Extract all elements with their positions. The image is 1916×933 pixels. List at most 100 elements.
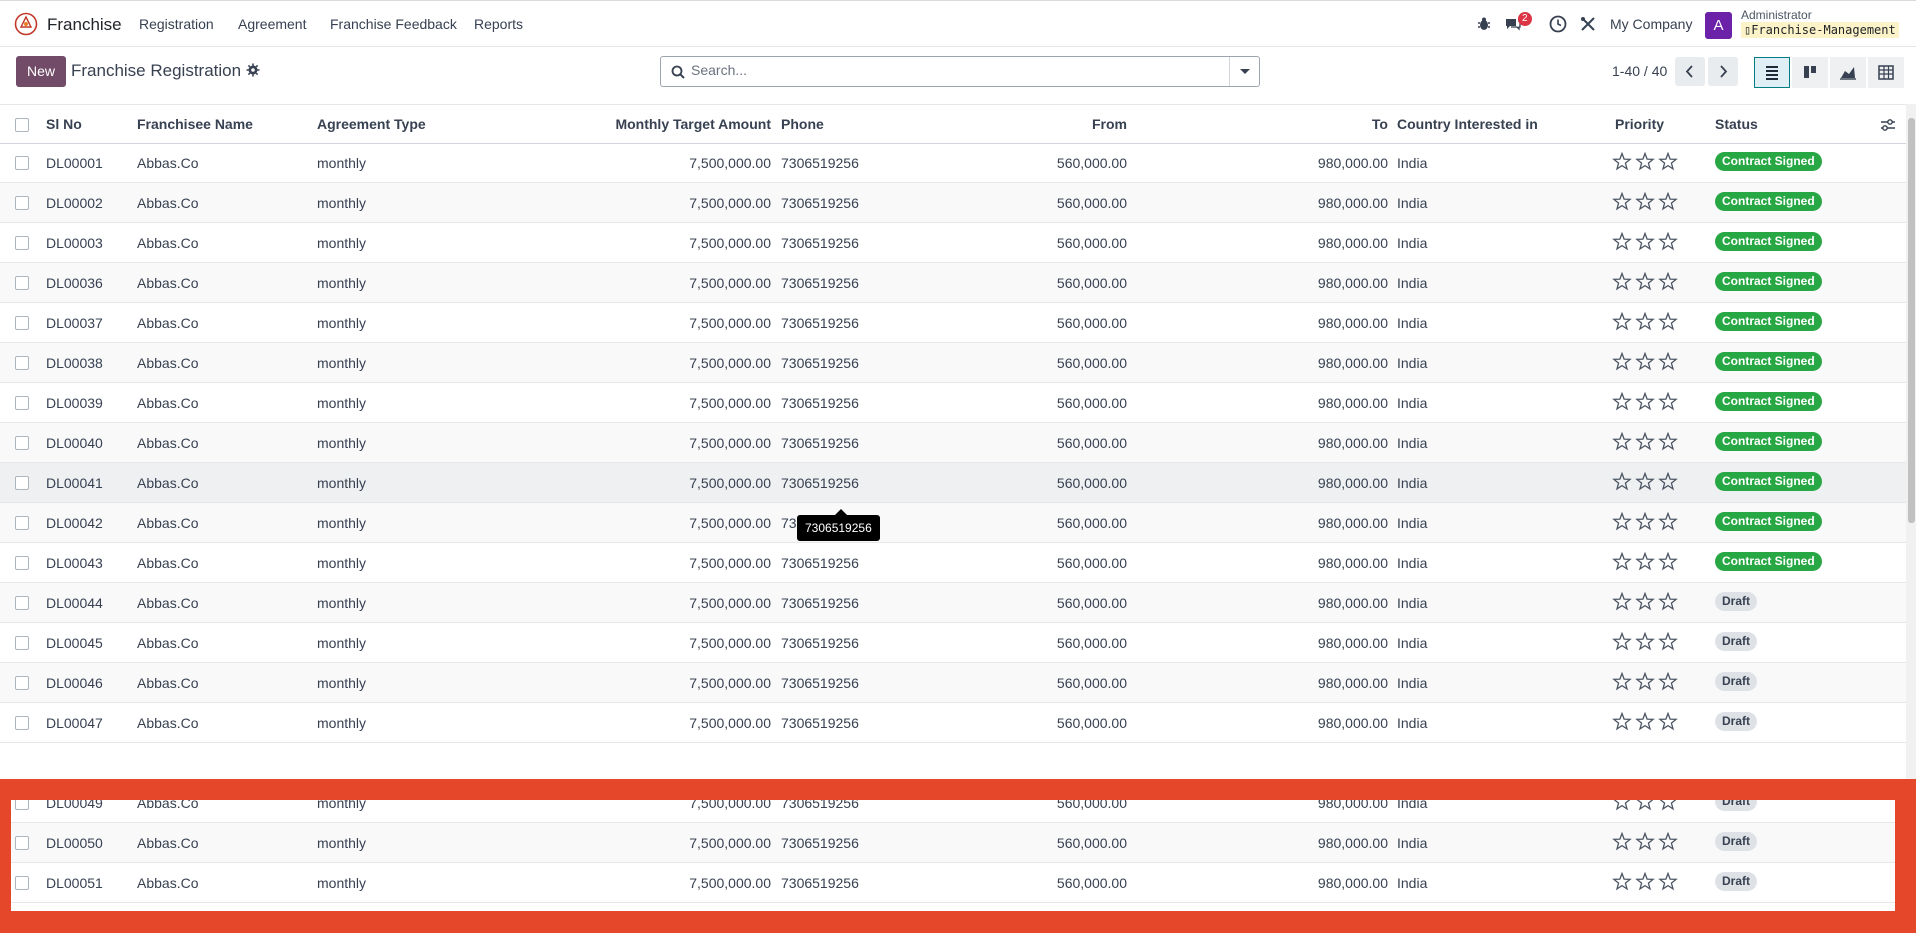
star-icon[interactable]	[1612, 272, 1632, 291]
table-row[interactable]: DL00041 Abbas.Co monthly 7,500,000.00 730651…	[0, 463, 1906, 503]
row-checkbox[interactable]	[15, 556, 29, 570]
priority-stars[interactable]	[1612, 872, 1682, 892]
star-icon[interactable]	[1658, 592, 1678, 611]
star-icon[interactable]	[1658, 232, 1678, 251]
star-icon[interactable]	[1635, 592, 1655, 611]
table-row[interactable]: DL00036 Abbas.Co monthly 7,500,000.00 730651…	[0, 263, 1906, 303]
star-icon[interactable]	[1658, 432, 1678, 451]
avatar[interactable]: A	[1705, 12, 1732, 39]
row-checkbox[interactable]	[15, 676, 29, 690]
column-franchisee-name[interactable]: Franchisee Name	[137, 116, 253, 132]
priority-stars[interactable]	[1612, 712, 1682, 732]
star-icon[interactable]	[1635, 392, 1655, 411]
column-country[interactable]: Country Interested in	[1397, 116, 1538, 132]
row-checkbox[interactable]	[15, 156, 29, 170]
table-row[interactable]: DL00044 Abbas.Co monthly 7,500,000.00 730651…	[0, 583, 1906, 623]
star-icon[interactable]	[1635, 352, 1655, 371]
priority-stars[interactable]	[1612, 152, 1682, 172]
row-checkbox[interactable]	[15, 716, 29, 730]
star-icon[interactable]	[1612, 392, 1632, 411]
star-icon[interactable]	[1635, 312, 1655, 331]
row-checkbox[interactable]	[15, 196, 29, 210]
star-icon[interactable]	[1613, 800, 1631, 811]
row-checkbox[interactable]	[15, 800, 29, 810]
priority-stars[interactable]	[1612, 832, 1682, 852]
star-icon[interactable]	[1612, 512, 1632, 531]
company-switcher[interactable]: My Company	[1610, 16, 1692, 32]
tools-icon[interactable]	[1578, 14, 1598, 34]
star-icon[interactable]	[1658, 152, 1678, 171]
star-icon[interactable]	[1658, 512, 1678, 531]
column-phone[interactable]: Phone	[781, 116, 824, 132]
row-checkbox[interactable]	[15, 516, 29, 530]
new-button[interactable]: New	[16, 56, 66, 87]
star-icon[interactable]	[1612, 152, 1632, 171]
row-checkbox[interactable]	[15, 236, 29, 250]
row-checkbox[interactable]	[15, 836, 29, 850]
row-checkbox[interactable]	[15, 596, 29, 610]
row-checkbox[interactable]	[15, 436, 29, 450]
table-row[interactable]: DL00046 Abbas.Co monthly 7,500,000.00 730651…	[0, 663, 1906, 703]
star-icon[interactable]	[1612, 672, 1632, 691]
table-row[interactable]: DL00039 Abbas.Co monthly 7,500,000.00 730651…	[0, 383, 1906, 423]
priority-stars[interactable]	[1612, 392, 1682, 412]
star-icon[interactable]	[1635, 472, 1655, 491]
priority-stars[interactable]	[1612, 192, 1682, 212]
priority-stars[interactable]	[1612, 352, 1682, 372]
star-icon[interactable]	[1612, 352, 1632, 371]
table-row[interactable]: DL00040 Abbas.Co monthly 7,500,000.00 730651…	[0, 423, 1906, 463]
star-icon[interactable]	[1658, 672, 1678, 691]
star-icon[interactable]	[1612, 192, 1632, 211]
table-row[interactable]: DL00051 Abbas.Co monthly 7,500,000.00 730651…	[11, 863, 1895, 903]
search-options-toggle[interactable]	[1229, 57, 1259, 86]
list-view-button[interactable]	[1754, 57, 1790, 88]
table-row[interactable]: DL00038 Abbas.Co monthly 7,500,000.00 730651…	[0, 343, 1906, 383]
priority-stars[interactable]	[1612, 472, 1682, 492]
pager-next-button[interactable]	[1708, 57, 1738, 86]
star-icon[interactable]	[1658, 192, 1678, 211]
pivot-view-button[interactable]	[1868, 57, 1904, 88]
row-checkbox[interactable]	[15, 276, 29, 290]
star-icon[interactable]	[1612, 552, 1632, 571]
row-checkbox[interactable]	[15, 476, 29, 490]
column-agreement-type[interactable]: Agreement Type	[317, 116, 426, 132]
pager-value[interactable]: 1-40 / 40	[1612, 63, 1667, 79]
star-icon[interactable]	[1635, 872, 1655, 891]
column-sl-no[interactable]: Sl No	[46, 116, 82, 132]
star-icon[interactable]	[1635, 432, 1655, 451]
table-row[interactable]: DL00045 Abbas.Co monthly 7,500,000.00 730651…	[0, 623, 1906, 663]
priority-stars[interactable]	[1612, 512, 1682, 532]
search-input[interactable]	[691, 62, 1231, 78]
menu-registration[interactable]: Registration	[139, 16, 214, 32]
column-settings-icon[interactable]	[1880, 117, 1896, 133]
menu-reports[interactable]: Reports	[474, 16, 523, 32]
column-status[interactable]: Status	[1715, 116, 1758, 132]
star-icon[interactable]	[1635, 832, 1655, 851]
star-icon[interactable]	[1635, 232, 1655, 251]
star-icon[interactable]	[1659, 800, 1677, 811]
table-row[interactable]: DL00049 Abbas.Co monthly 7,500,000.00 730651…	[11, 800, 1895, 823]
star-icon[interactable]	[1658, 632, 1678, 651]
graph-view-button[interactable]	[1830, 57, 1866, 88]
star-icon[interactable]	[1612, 232, 1632, 251]
column-monthly-target[interactable]: Monthly Target Amount	[560, 116, 771, 132]
priority-stars[interactable]	[1612, 672, 1682, 692]
app-name[interactable]: Franchise	[47, 15, 122, 35]
star-icon[interactable]	[1612, 712, 1632, 731]
priority-stars[interactable]	[1612, 432, 1682, 452]
bug-icon[interactable]	[1474, 14, 1494, 34]
menu-franchise-feedback[interactable]: Franchise Feedback	[330, 16, 457, 32]
star-icon[interactable]	[1658, 552, 1678, 571]
table-row[interactable]: DL00050 Abbas.Co monthly 7,500,000.00 730651…	[11, 823, 1895, 863]
row-checkbox[interactable]	[15, 356, 29, 370]
kanban-view-button[interactable]	[1792, 57, 1828, 88]
star-icon[interactable]	[1612, 432, 1632, 451]
table-row[interactable]: DL00042 Abbas.Co monthly 7,500,000.00 730651…	[0, 503, 1906, 543]
row-checkbox[interactable]	[15, 636, 29, 650]
column-from[interactable]: From	[1000, 116, 1127, 132]
star-icon[interactable]	[1635, 552, 1655, 571]
star-icon[interactable]	[1612, 872, 1632, 891]
column-to[interactable]: To	[1250, 116, 1388, 132]
column-priority[interactable]: Priority	[1615, 116, 1664, 132]
star-icon[interactable]	[1612, 472, 1632, 491]
